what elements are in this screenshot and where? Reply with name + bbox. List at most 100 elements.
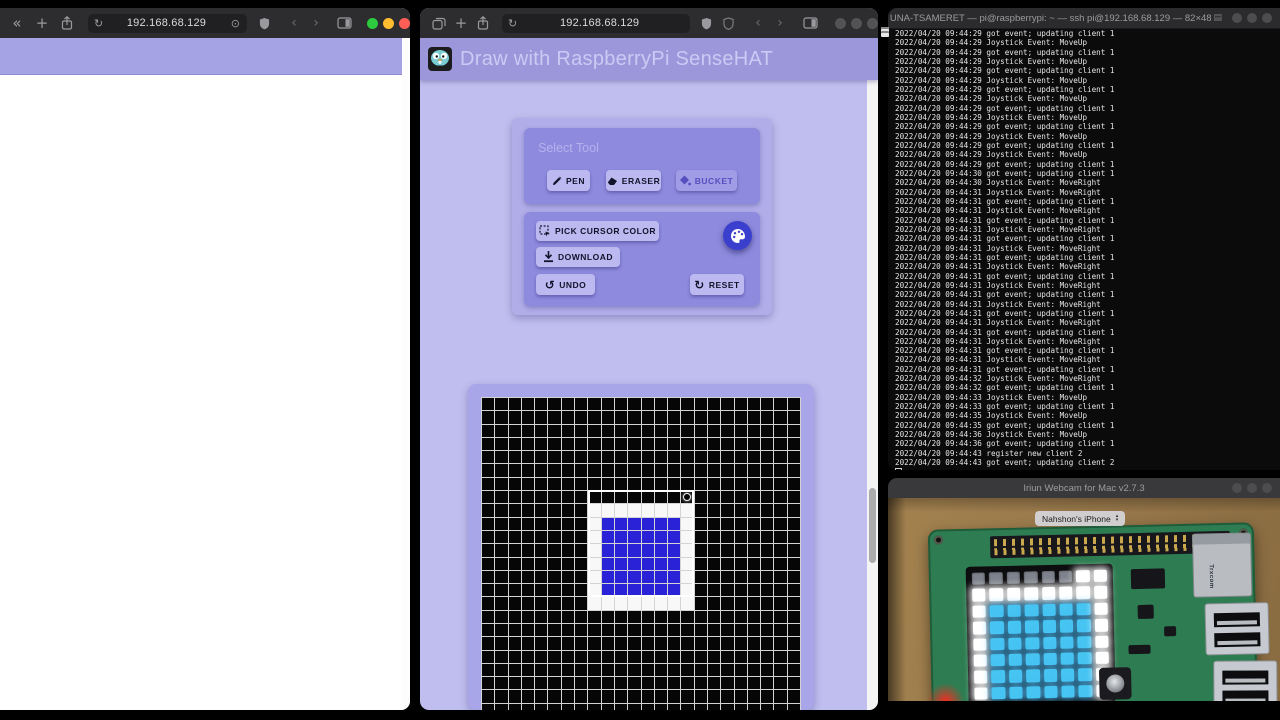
canvas-cell[interactable] <box>535 677 548 690</box>
canvas-cell[interactable] <box>495 530 508 544</box>
canvas-cell[interactable] <box>508 677 521 690</box>
canvas-cell[interactable] <box>694 530 707 544</box>
canvas-cell[interactable] <box>774 650 787 663</box>
canvas-cell[interactable] <box>521 491 535 504</box>
canvas-cell[interactable] <box>734 544 747 557</box>
canvas-cell[interactable] <box>548 597 561 610</box>
canvas-cell[interactable] <box>774 477 787 491</box>
canvas-cell[interactable] <box>628 690 641 703</box>
canvas-cell[interactable] <box>548 677 561 690</box>
sidebar-toggle-icon[interactable] <box>799 17 821 29</box>
canvas-cell[interactable] <box>575 610 588 623</box>
canvas-cell[interactable] <box>601 424 614 437</box>
canvas-cell[interactable] <box>521 677 535 690</box>
share-icon[interactable] <box>56 16 78 30</box>
canvas-cell[interactable] <box>668 437 681 451</box>
canvas-cell[interactable] <box>575 623 588 637</box>
canvas-cell[interactable] <box>774 703 787 710</box>
canvas-cell[interactable] <box>628 491 641 504</box>
canvas-cell[interactable] <box>508 690 521 703</box>
canvas-cell[interactable] <box>588 677 601 690</box>
shield-outline-icon[interactable] <box>717 16 739 30</box>
canvas-cell[interactable] <box>548 504 561 517</box>
canvas-cell[interactable] <box>787 703 800 710</box>
canvas-cell[interactable] <box>694 464 707 477</box>
canvas-cell[interactable] <box>614 597 628 610</box>
canvas-cell[interactable] <box>694 398 707 411</box>
forward-icon[interactable]: › <box>305 16 327 30</box>
canvas-cell[interactable] <box>521 584 535 597</box>
canvas-cell[interactable] <box>761 517 774 530</box>
canvas-cell[interactable] <box>521 610 535 623</box>
canvas-cell[interactable] <box>761 504 774 517</box>
canvas-cell[interactable] <box>734 437 747 451</box>
canvas-cell[interactable] <box>614 637 628 650</box>
canvas-cell[interactable] <box>694 517 707 530</box>
canvas-cell[interactable] <box>774 570 787 584</box>
canvas-cell[interactable] <box>548 663 561 677</box>
canvas-cell[interactable] <box>761 464 774 477</box>
canvas-cell[interactable] <box>721 637 734 650</box>
canvas-cell[interactable] <box>628 477 641 491</box>
canvas-cell[interactable] <box>761 663 774 677</box>
canvas-cell[interactable] <box>787 464 800 477</box>
terminal-output[interactable]: 2022/04/20 09:44:29 got event; updating … <box>895 29 1278 470</box>
canvas-cell[interactable] <box>734 637 747 650</box>
canvas-cell[interactable] <box>495 690 508 703</box>
canvas-cell[interactable] <box>707 504 721 517</box>
canvas-cell[interactable] <box>601 544 614 557</box>
canvas-cell[interactable] <box>601 530 614 544</box>
canvas-cell[interactable] <box>668 491 681 504</box>
canvas-cell[interactable] <box>668 451 681 464</box>
canvas-cell[interactable] <box>761 491 774 504</box>
canvas-cell[interactable] <box>694 544 707 557</box>
canvas-cell[interactable] <box>628 677 641 690</box>
canvas-cell[interactable] <box>588 557 601 570</box>
canvas-cell[interactable] <box>747 517 761 530</box>
canvas-cell[interactable] <box>668 703 681 710</box>
canvas-cell[interactable] <box>761 623 774 637</box>
canvas-cell[interactable] <box>774 451 787 464</box>
canvas-cell[interactable] <box>548 451 561 464</box>
canvas-cell[interactable] <box>561 411 575 424</box>
canvas-cell[interactable] <box>495 504 508 517</box>
canvas-cell[interactable] <box>521 650 535 663</box>
canvas-cell[interactable] <box>761 637 774 650</box>
canvas-cell[interactable] <box>561 398 575 411</box>
canvas-cell[interactable] <box>561 663 575 677</box>
canvas-cell[interactable] <box>508 504 521 517</box>
traffic-light-inactive[interactable] <box>1262 13 1272 23</box>
canvas-cell[interactable] <box>601 557 614 570</box>
canvas-cell[interactable] <box>482 570 495 584</box>
canvas-cell[interactable] <box>747 663 761 677</box>
canvas-cell[interactable] <box>495 584 508 597</box>
canvas-cell[interactable] <box>747 610 761 623</box>
canvas-cell[interactable] <box>707 437 721 451</box>
canvas-cell[interactable] <box>628 650 641 663</box>
canvas-cell[interactable] <box>588 517 601 530</box>
canvas-cell[interactable] <box>575 464 588 477</box>
pixel-canvas[interactable] <box>481 397 801 710</box>
canvas-cell[interactable] <box>681 530 694 544</box>
canvas-cell[interactable] <box>721 477 734 491</box>
canvas-cell[interactable] <box>628 411 641 424</box>
canvas-cell[interactable] <box>668 584 681 597</box>
canvas-cell[interactable] <box>495 610 508 623</box>
canvas-cell[interactable] <box>535 411 548 424</box>
canvas-cell[interactable] <box>734 557 747 570</box>
canvas-cell[interactable] <box>482 610 495 623</box>
canvas-cell[interactable] <box>747 597 761 610</box>
canvas-cell[interactable] <box>681 703 694 710</box>
canvas-cell[interactable] <box>787 437 800 451</box>
canvas-cell[interactable] <box>521 637 535 650</box>
canvas-cell[interactable] <box>721 544 734 557</box>
canvas-cell[interactable] <box>761 557 774 570</box>
canvas-cell[interactable] <box>787 610 800 623</box>
canvas-cell[interactable] <box>668 530 681 544</box>
canvas-cell[interactable] <box>628 424 641 437</box>
canvas-cell[interactable] <box>734 597 747 610</box>
canvas-cell[interactable] <box>694 650 707 663</box>
address-bar[interactable]: ↻ 192.168.68.129 <box>502 13 690 33</box>
canvas-cell[interactable] <box>747 570 761 584</box>
canvas-cell[interactable] <box>521 437 535 451</box>
